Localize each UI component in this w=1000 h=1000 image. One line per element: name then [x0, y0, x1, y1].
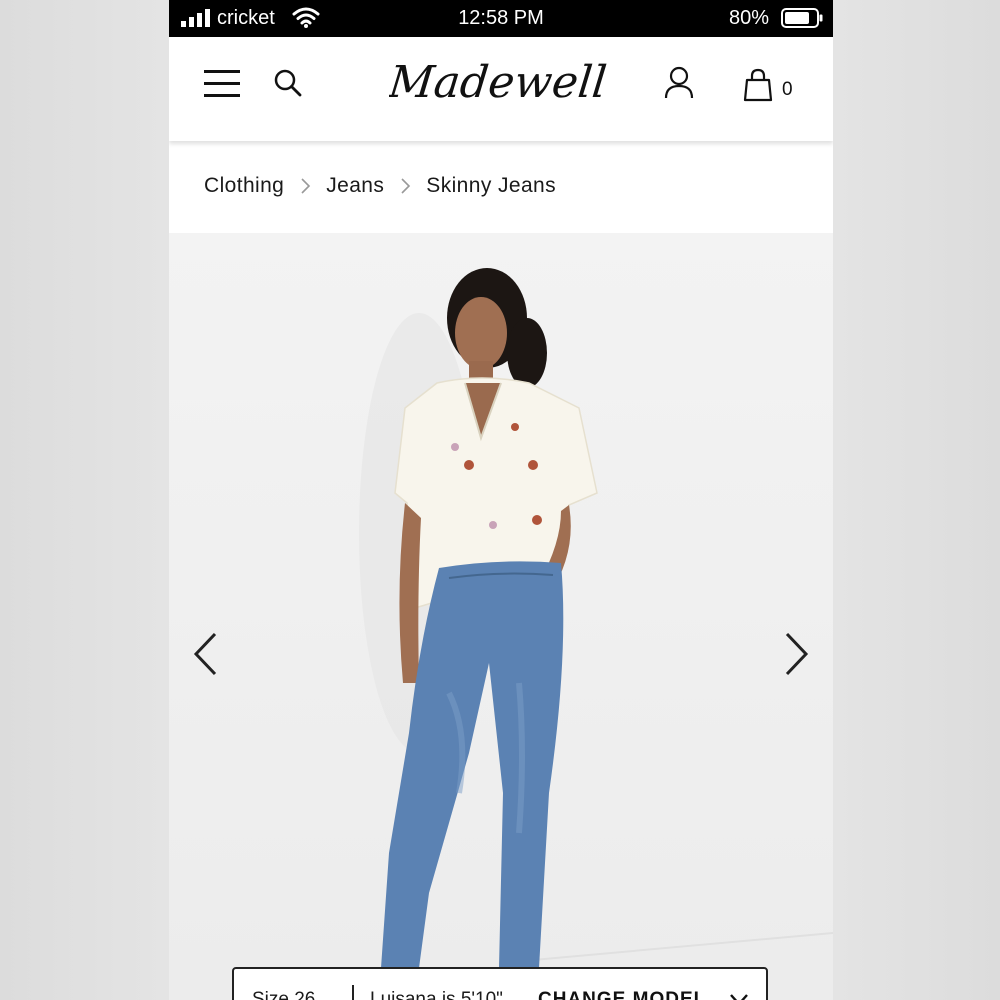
breadcrumb-jeans[interactable]: Jeans	[326, 174, 384, 198]
breadcrumb-clothing[interactable]: Clothing	[204, 174, 284, 198]
search-icon[interactable]	[273, 68, 303, 98]
chevron-down-icon[interactable]	[729, 993, 749, 1000]
battery-icon	[781, 8, 823, 28]
breadcrumb-skinny-jeans[interactable]: Skinny Jeans	[426, 174, 556, 198]
product-photo	[359, 268, 833, 968]
status-bar: cricket 12:58 PM 80%	[169, 0, 833, 37]
breadcrumb: Clothing Jeans Skinny Jeans	[169, 141, 833, 233]
chevron-right-icon	[301, 178, 311, 194]
model-height: Luisana is 5'10"	[370, 989, 503, 1000]
product-image-carousel[interactable]: Size 26 Luisana is 5'10" CHANGE MODEL	[169, 233, 833, 1000]
madewell-logo[interactable]: Madewell	[389, 51, 613, 119]
logo-text: Madewell	[389, 57, 609, 108]
chevron-right-icon	[401, 178, 411, 194]
battery-percent: 80%	[729, 7, 770, 29]
account-icon[interactable]	[663, 66, 695, 100]
bag-count[interactable]: 0	[782, 79, 793, 101]
change-model-button[interactable]: CHANGE MODEL	[538, 989, 706, 1000]
site-header: Madewell 0	[169, 37, 833, 141]
chevron-right-icon[interactable]	[781, 631, 811, 677]
divider	[352, 985, 354, 1000]
model-size: Size 26	[252, 989, 316, 1000]
model-info-bar: Size 26 Luisana is 5'10" CHANGE MODEL	[232, 967, 768, 1000]
shopping-bag-icon[interactable]	[743, 68, 773, 102]
chevron-left-icon[interactable]	[191, 631, 221, 677]
menu-icon[interactable]	[202, 67, 242, 101]
phone-screen: cricket 12:58 PM 80% Madewell 0 Clothing…	[169, 0, 833, 1000]
